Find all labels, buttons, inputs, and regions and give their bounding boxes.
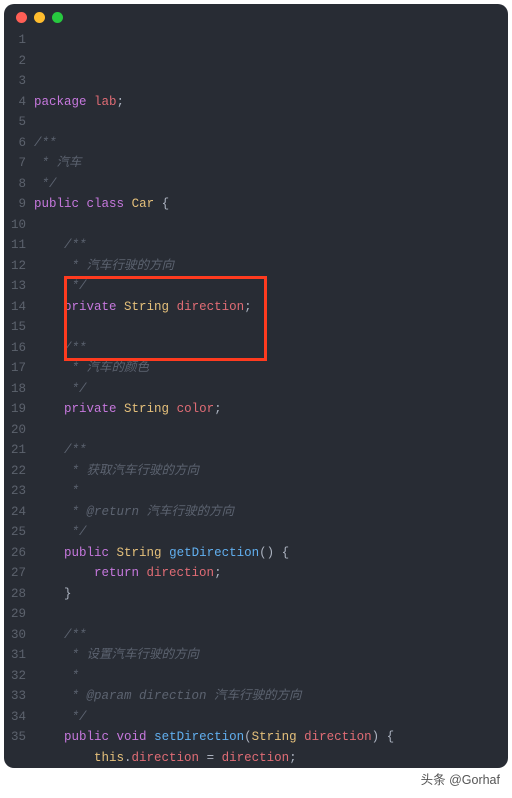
code-line[interactable]: /**: [34, 625, 508, 646]
code-line[interactable]: */: [34, 522, 508, 543]
line-number: 30: [4, 625, 26, 646]
code-line[interactable]: [34, 317, 508, 338]
code-line[interactable]: * 设置汽车行驶的方向: [34, 645, 508, 666]
line-number: 6: [4, 133, 26, 154]
line-number: 28: [4, 584, 26, 605]
code-line[interactable]: /**: [34, 440, 508, 461]
code-line[interactable]: this.direction = direction;: [34, 748, 508, 769]
code-line[interactable]: */: [34, 174, 508, 195]
code-line[interactable]: /**: [34, 338, 508, 359]
line-number: 27: [4, 563, 26, 584]
line-number: 16: [4, 338, 26, 359]
line-number: 9: [4, 194, 26, 215]
line-number: 11: [4, 235, 26, 256]
line-number: 22: [4, 461, 26, 482]
line-number: 20: [4, 420, 26, 441]
code-line[interactable]: [34, 604, 508, 625]
code-line[interactable]: }: [34, 584, 508, 605]
code-line[interactable]: * 获取汽车行驶的方向: [34, 461, 508, 482]
minimize-icon[interactable]: [34, 12, 45, 23]
code-line[interactable]: */: [34, 707, 508, 728]
code-line[interactable]: public void setDirection(String directio…: [34, 727, 508, 748]
code-line[interactable]: public String getDirection() {: [34, 543, 508, 564]
code-line[interactable]: /**: [34, 133, 508, 154]
line-number: 23: [4, 481, 26, 502]
line-number: 18: [4, 379, 26, 400]
code-area[interactable]: package lab; /** * 汽车 */public class Car…: [34, 30, 508, 768]
code-line[interactable]: [34, 112, 508, 133]
line-number: 4: [4, 92, 26, 113]
line-number: 3: [4, 71, 26, 92]
code-line[interactable]: package lab;: [34, 92, 508, 113]
line-number: 33: [4, 686, 26, 707]
line-number: 14: [4, 297, 26, 318]
close-icon[interactable]: [16, 12, 27, 23]
code-line[interactable]: */: [34, 276, 508, 297]
line-number: 25: [4, 522, 26, 543]
line-number: 31: [4, 645, 26, 666]
line-number: 7: [4, 153, 26, 174]
line-number: 34: [4, 707, 26, 728]
line-number: 12: [4, 256, 26, 277]
editor-window: 1234567891011121314151617181920212223242…: [4, 4, 508, 768]
maximize-icon[interactable]: [52, 12, 63, 23]
code-line[interactable]: * 汽车的颜色: [34, 358, 508, 379]
line-number: 29: [4, 604, 26, 625]
line-number: 8: [4, 174, 26, 195]
code-line[interactable]: private String direction;: [34, 297, 508, 318]
code-line[interactable]: *: [34, 666, 508, 687]
line-number: 17: [4, 358, 26, 379]
code-line[interactable]: private String color;: [34, 399, 508, 420]
code-line[interactable]: */: [34, 379, 508, 400]
line-number: 19: [4, 399, 26, 420]
line-number: 21: [4, 440, 26, 461]
code-line[interactable]: *: [34, 481, 508, 502]
window-titlebar: [4, 4, 508, 30]
code-line[interactable]: public class Car {: [34, 194, 508, 215]
code-line[interactable]: * @return 汽车行驶的方向: [34, 502, 508, 523]
code-line[interactable]: [34, 215, 508, 236]
code-line[interactable]: return direction;: [34, 563, 508, 584]
code-line[interactable]: [34, 420, 508, 441]
line-number: 13: [4, 276, 26, 297]
line-number: 35: [4, 727, 26, 748]
line-number: 1: [4, 30, 26, 51]
line-number: 32: [4, 666, 26, 687]
code-line[interactable]: * 汽车: [34, 153, 508, 174]
watermark-text: 头条 @Gorhaf: [421, 769, 500, 788]
line-number: 15: [4, 317, 26, 338]
code-editor[interactable]: 1234567891011121314151617181920212223242…: [4, 30, 508, 768]
line-number-gutter: 1234567891011121314151617181920212223242…: [4, 30, 34, 768]
line-number: 2: [4, 51, 26, 72]
line-number: 24: [4, 502, 26, 523]
line-number: 10: [4, 215, 26, 236]
line-number: 26: [4, 543, 26, 564]
code-line[interactable]: * @param direction 汽车行驶的方向: [34, 686, 508, 707]
line-number: 5: [4, 112, 26, 133]
code-line[interactable]: /**: [34, 235, 508, 256]
code-line[interactable]: * 汽车行驶的方向: [34, 256, 508, 277]
